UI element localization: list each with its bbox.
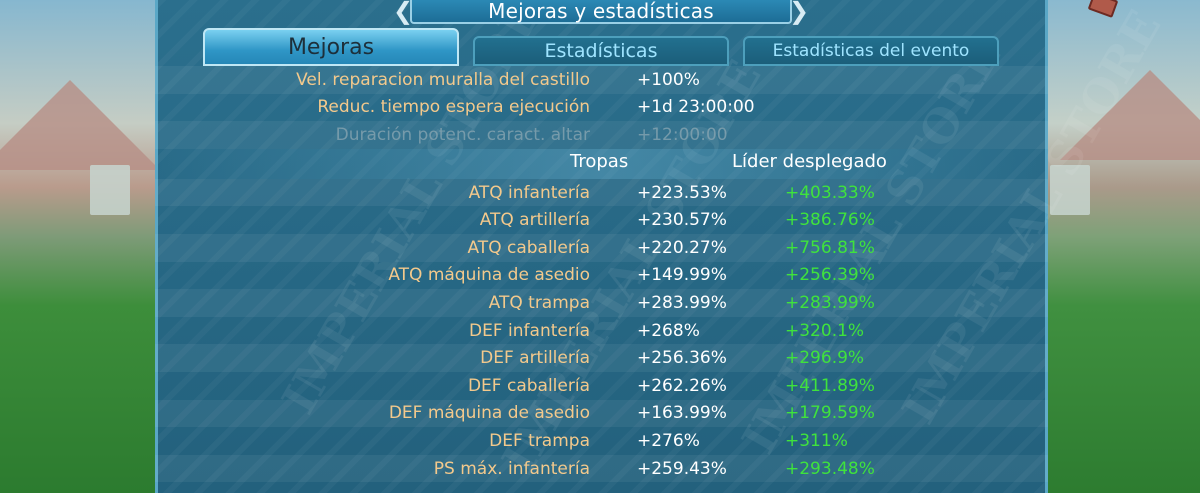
troop-value: +220.27% xyxy=(637,237,727,258)
stat-label: Vel. reparacion muralla del castillo xyxy=(296,69,590,90)
tab-estadisticas-evento[interactable]: Estadísticas del evento xyxy=(743,36,999,66)
title-banner: ❮ Mejoras y estadísticas ❯ xyxy=(393,0,809,25)
troop-value: +262.26% xyxy=(637,375,727,396)
background-scenery-right xyxy=(1030,0,1200,493)
troop-stat-row: DEF infantería +268% +320.1% xyxy=(155,317,1048,345)
leader-value: +386.76% xyxy=(785,210,875,231)
stat-label: PS máx. infantería xyxy=(433,458,590,479)
stat-row: Duración potenc. caract. altar +12:00:00 xyxy=(155,121,1048,149)
stat-row: Vel. reparacion muralla del castillo +10… xyxy=(155,66,1048,94)
troop-value: +283.99% xyxy=(637,292,727,313)
troop-stat-row: ATQ artillería +230.57% +386.76% xyxy=(155,206,1048,234)
gate-decoration xyxy=(90,165,130,215)
troop-value: +223.53% xyxy=(637,182,727,203)
tab-bar: Mejoras Estadísticas Estadísticas del ev… xyxy=(203,28,1003,68)
stat-value: +100% xyxy=(637,69,700,90)
stat-value: +1d 23:00:00 xyxy=(637,97,755,118)
tab-estadisticas[interactable]: Estadísticas xyxy=(473,36,729,66)
stats-list: Vel. reparacion muralla del castillo +10… xyxy=(155,66,1048,483)
stat-label: ATQ trampa xyxy=(488,292,590,313)
leader-value: +411.89% xyxy=(785,375,875,396)
troop-value: +259.43% xyxy=(637,458,727,479)
chevron-left-icon: ❮ xyxy=(392,0,414,25)
troop-stat-row: ATQ trampa +283.99% +283.99% xyxy=(155,289,1048,317)
troop-value: +163.99% xyxy=(637,403,727,424)
leader-value: +179.59% xyxy=(785,403,875,424)
troop-stat-row: PS máx. infantería +259.43% +293.48% xyxy=(155,454,1048,483)
troop-value: +276% xyxy=(637,430,700,451)
leader-value: +293.48% xyxy=(785,458,875,479)
troop-value: +149.99% xyxy=(637,265,727,286)
stat-label: DEF caballería xyxy=(467,375,590,396)
troop-value: +268% xyxy=(637,320,700,341)
stat-label: ATQ infantería xyxy=(468,182,590,203)
background-scenery-left xyxy=(0,0,170,493)
stat-row: Reduc. tiempo espera ejecución +1d 23:00… xyxy=(155,94,1048,122)
stat-value: +12:00:00 xyxy=(637,124,728,145)
gate-decoration xyxy=(1050,165,1090,215)
leader-value: +403.33% xyxy=(785,182,875,203)
chevron-right-icon: ❯ xyxy=(788,0,810,25)
leader-value: +256.39% xyxy=(785,265,875,286)
troop-stat-row: DEF artillería +256.36% +296.9% xyxy=(155,344,1048,372)
stat-label: DEF artillería xyxy=(480,348,590,369)
troop-stat-row: DEF máquina de asedio +163.99% +179.59% xyxy=(155,399,1048,428)
mountain-decoration xyxy=(1060,70,1200,160)
leader-value: +320.1% xyxy=(785,320,865,341)
column-header-troops: Tropas xyxy=(570,150,629,172)
column-header-leader: Líder desplegado xyxy=(732,150,887,172)
stat-label: ATQ artillería xyxy=(479,210,590,231)
troop-stat-row: DEF trampa +276% +311% xyxy=(155,427,1048,455)
stat-label: ATQ máquina de asedio xyxy=(388,265,590,286)
troop-stat-row: ATQ infantería +223.53% +403.33% xyxy=(155,178,1048,207)
stat-label: DEF trampa xyxy=(489,430,590,451)
leader-value: +311% xyxy=(785,430,848,451)
mountain-decoration xyxy=(0,80,160,170)
troop-stat-row: DEF caballería +262.26% +411.89% xyxy=(155,372,1048,400)
troop-value: +230.57% xyxy=(637,210,727,231)
leader-value: +756.81% xyxy=(785,237,875,258)
troop-stat-row: ATQ caballería +220.27% +756.81% xyxy=(155,233,1048,262)
stat-label: Duración potenc. caract. altar xyxy=(335,124,590,145)
stat-label: DEF máquina de asedio xyxy=(388,403,590,424)
leader-value: +283.99% xyxy=(785,292,875,313)
stat-label: DEF infantería xyxy=(469,320,590,341)
troop-value: +256.36% xyxy=(637,348,727,369)
leader-value: +296.9% xyxy=(785,348,865,369)
stat-label: ATQ caballería xyxy=(467,237,591,258)
troop-stat-row: ATQ máquina de asedio +149.99% +256.39% xyxy=(155,262,1048,290)
page-title: Mejoras y estadísticas xyxy=(488,0,714,23)
tab-mejoras[interactable]: Mejoras xyxy=(203,28,459,66)
stat-label: Reduc. tiempo espera ejecución xyxy=(317,97,590,118)
column-header-row: Tropas Líder desplegado xyxy=(155,148,1048,179)
